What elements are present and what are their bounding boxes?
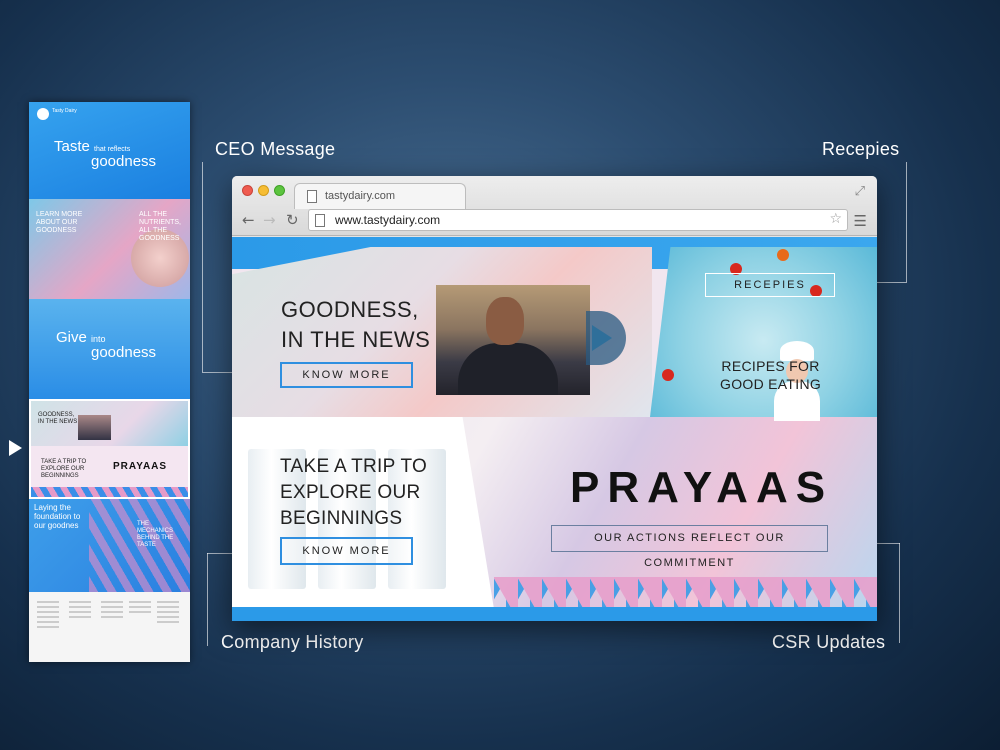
brand-logo-text: Tasty Dairy	[52, 108, 77, 114]
footer-column	[69, 598, 91, 621]
tab-title: tastydairy.com	[325, 190, 396, 202]
minimize-window-icon[interactable]	[258, 185, 269, 196]
callout-line	[899, 543, 900, 643]
ceo-face	[486, 297, 524, 345]
page-icon	[307, 190, 317, 203]
url-text: www.tastydairy.com	[335, 213, 441, 227]
thumb-triangles	[31, 487, 188, 497]
callout-line	[202, 162, 203, 372]
expand-icon[interactable]: ⤢	[855, 184, 865, 199]
ceo-video-thumbnail[interactable]	[436, 285, 590, 395]
reload-icon[interactable]: ↻	[286, 211, 299, 229]
prayaas-heading: PRAYAAS	[570, 463, 834, 512]
tomato-icon	[662, 369, 674, 381]
thumb-ceo-photo	[78, 415, 111, 440]
browser-chrome: tastydairy.com ⤢ ← → ↻ www.tastydairy.co…	[232, 176, 877, 236]
thumbnail-goodness: LEARN MORE ABOUT OUR GOODNESS ALL THE NU…	[29, 199, 190, 299]
page-icon	[315, 214, 325, 227]
brand-logo-icon	[37, 108, 49, 120]
learn-more-text: LEARN MORE ABOUT OUR GOODNESS	[36, 211, 83, 234]
pepper-icon	[777, 249, 789, 261]
thumb-news-title: GOODNESS, IN THE NEWS	[38, 412, 78, 425]
address-bar[interactable]: www.tastydairy.com ☆	[308, 209, 848, 231]
site-bottom-band	[232, 607, 877, 621]
footer-column	[37, 598, 59, 631]
thumbnail-foundation: Laying the foundation to our goodnes THE…	[29, 499, 190, 592]
footer-column	[101, 598, 123, 621]
thumb-prayaas: PRAYAAS	[113, 461, 168, 472]
callout-company-history: Company History	[221, 632, 364, 652]
callout-csr-updates: CSR Updates	[772, 632, 886, 652]
browser-window: tastydairy.com ⤢ ← → ↻ www.tastydairy.co…	[232, 176, 877, 621]
nutrients-text: ALL THE NUTRIENTS, ALL THE GOODNESS	[139, 211, 181, 242]
callout-recipes: Recepies	[822, 139, 900, 159]
page-thumbnail-strip[interactable]: Tasty Dairy Taste that reflects goodness…	[29, 102, 190, 662]
thumbnail-hero: Tasty Dairy Taste that reflects goodness	[29, 102, 190, 199]
current-section-arrow-icon	[9, 440, 22, 456]
forward-icon[interactable]: →	[263, 211, 276, 229]
website-viewport: GOODNESS, IN THE NEWS KNOW MORE RECEPIES …	[232, 237, 877, 621]
history-title: TAKE A TRIP TO EXPLORE OUR BEGINNINGS	[280, 456, 428, 529]
footer-column	[129, 598, 151, 616]
recipes-button[interactable]: RECEPIES	[705, 273, 835, 297]
thumbnail-current-section[interactable]: GOODNESS, IN THE NEWS TAKE A TRIP TO EXP…	[29, 399, 190, 499]
maximize-window-icon[interactable]	[274, 185, 285, 196]
csr-tagline-button[interactable]: OUR ACTIONS REFLECT OUR COMMITMENT	[551, 525, 828, 569]
give-line-2: goodness	[91, 344, 157, 361]
recipes-title: RECIPES FOR GOOD EATING	[720, 358, 822, 392]
footer-column	[157, 598, 179, 626]
news-title: GOODNESS, IN THE NEWS	[281, 297, 431, 352]
mechanics-text: THE MECHANICS BEHIND THE TASTE	[137, 521, 174, 548]
thumbnail-give: Give into goodness	[29, 299, 190, 399]
thumbnail-footer	[29, 592, 190, 662]
callout-ceo-message: CEO Message	[215, 139, 336, 159]
browser-tab[interactable]: tastydairy.com	[294, 183, 466, 209]
news-know-more-button[interactable]: KNOW MORE	[280, 362, 413, 388]
hero-line-2: goodness	[91, 153, 157, 170]
close-window-icon[interactable]	[242, 185, 253, 196]
thumb-trip-title: TAKE A TRIP TO EXPLORE OUR BEGINNINGS	[41, 459, 87, 479]
menu-icon[interactable]: ☰	[854, 212, 867, 230]
callout-line	[207, 553, 208, 646]
star-icon[interactable]: ☆	[829, 211, 842, 227]
history-know-more-button[interactable]: KNOW MORE	[280, 537, 413, 565]
back-icon[interactable]: ←	[242, 211, 255, 229]
foundation-text: Laying the foundation to our goodnes	[34, 503, 81, 530]
callout-line	[906, 162, 907, 282]
ceo-suit	[458, 343, 558, 395]
